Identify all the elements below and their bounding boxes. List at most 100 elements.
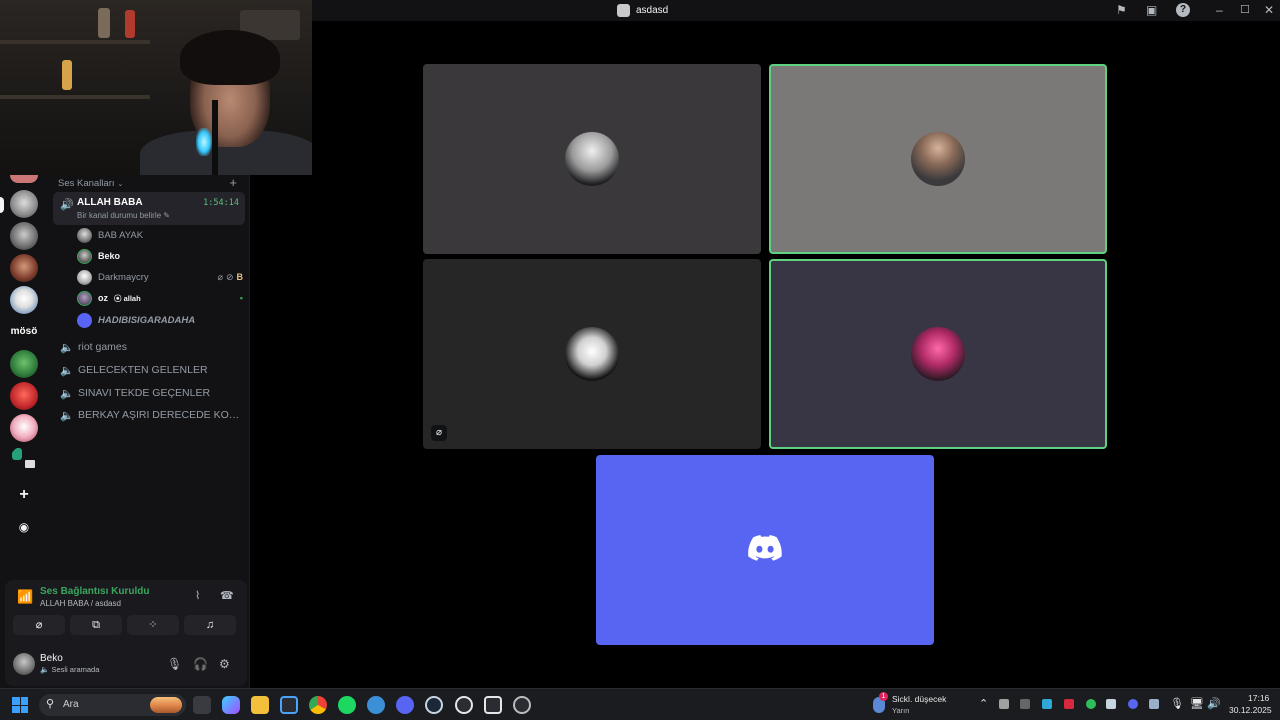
app-icon[interactable] <box>484 696 502 714</box>
close-icon[interactable]: ✕ <box>1264 3 1274 17</box>
copilot-icon[interactable] <box>222 696 240 714</box>
tray-icon[interactable] <box>1020 699 1030 709</box>
voice-member[interactable]: Darkmaycry ⌀ ⊘ B <box>77 268 243 286</box>
participant-avatar <box>911 327 965 381</box>
microphone-tray-icon[interactable]: 🎙 <box>1170 697 1184 710</box>
tray-icon[interactable] <box>1149 699 1159 709</box>
help-icon[interactable]: ? <box>1176 3 1190 17</box>
server-icon[interactable] <box>10 190 38 218</box>
discord-avatar-icon <box>77 312 92 328</box>
volume-icon[interactable]: 🔊 <box>1207 697 1221 710</box>
inbox-icon[interactable]: ▣ <box>1146 3 1157 17</box>
microphone-icon[interactable]: 🎙 <box>167 657 182 671</box>
server-icon[interactable] <box>10 222 38 250</box>
member-name: oz <box>98 293 108 303</box>
discord-tray-icon[interactable] <box>1128 699 1138 709</box>
taskbar-search[interactable]: ⚲ Ara <box>39 694 186 716</box>
tray-icon[interactable] <box>999 699 1009 709</box>
search-label: Ara <box>63 699 79 710</box>
server-text-icon[interactable]: mösö <box>0 326 48 337</box>
screen-share-button[interactable]: ⧉ <box>70 615 122 635</box>
disconnect-icon[interactable]: ☎ <box>220 589 234 602</box>
participant-tile-speaking[interactable] <box>769 64 1107 254</box>
task-view-icon[interactable] <box>193 696 211 714</box>
windows-start-icon[interactable] <box>12 697 28 713</box>
voice-connection-panel: 📶 Ses Bağlantısı Kuruldu ALLAH BABA / as… <box>5 580 247 686</box>
clock-time[interactable]: 17:16 <box>1248 693 1269 703</box>
tray-icon[interactable] <box>1064 699 1074 709</box>
member-status-icons: ⌀ ⊘ B <box>218 272 243 283</box>
headphones-icon[interactable]: 🎧 <box>193 657 208 671</box>
chrome-icon[interactable] <box>309 696 327 714</box>
server-icon[interactable] <box>10 254 38 282</box>
server-folder-icon[interactable] <box>10 446 38 474</box>
server-selected-indicator <box>0 197 4 213</box>
voice-category-header[interactable]: Ses Kanalları ⌄ <box>58 178 123 189</box>
server-icon[interactable] <box>10 286 38 314</box>
mic-light <box>196 128 212 156</box>
participant-avatar <box>565 327 619 381</box>
participant-tile-speaking[interactable] <box>769 259 1107 449</box>
server-icon[interactable] <box>10 350 38 378</box>
voice-connected-title[interactable]: Ses Bağlantısı Kuruldu <box>40 586 149 597</box>
app-icon[interactable] <box>513 696 531 714</box>
server-icon[interactable] <box>10 382 38 410</box>
app-icon[interactable] <box>455 696 473 714</box>
soundboard-button[interactable]: ♫ <box>184 615 236 635</box>
member-name: Darkmaycry <box>98 271 149 283</box>
voice-member[interactable]: oz ⦿ allah ▪ <box>77 289 243 307</box>
file-explorer-icon[interactable] <box>251 696 269 714</box>
voice-member[interactable]: HADIBISIGARADAHA <box>77 311 243 329</box>
clock-date[interactable]: 30.12.2025 <box>1229 705 1272 715</box>
discover-icon[interactable]: ◉ <box>14 518 34 538</box>
shelf-item <box>62 60 72 90</box>
store-icon[interactable] <box>280 696 298 714</box>
windows-taskbar: ⚲ Ara 1 Sickl. düşecek Yarın ⌃ 🎙 🖥 🔊 17:… <box>0 688 1280 720</box>
steam-icon[interactable] <box>425 696 443 714</box>
window-title-group: asdasd <box>617 4 668 17</box>
active-channel-name: ALLAH BABA <box>77 197 143 208</box>
maximize-icon[interactable]: ☐ <box>1240 3 1250 16</box>
activities-icon: ⁘ <box>148 619 158 631</box>
noise-suppression-icon[interactable]: ⌇ <box>195 589 200 602</box>
voice-channel-item[interactable]: 🔈 BERKAY AŞIRI DERECEDE KOMİ... <box>60 406 242 424</box>
voice-channel-label: SINAVI TEKDE GEÇENLER <box>78 387 211 399</box>
voice-connected-subtitle[interactable]: ALLAH BABA / asdasd <box>40 599 121 608</box>
voice-channel-item[interactable]: 🔈 SINAVI TEKDE GEÇENLER <box>60 384 242 402</box>
channel-status-setter[interactable]: Bir kanal durumu belirle ✎ <box>77 211 170 220</box>
tray-icon[interactable] <box>1042 699 1052 709</box>
signal-icon[interactable]: 📶 <box>17 589 33 605</box>
participant-avatar <box>565 132 619 186</box>
participant-tile-discord[interactable] <box>596 455 934 645</box>
add-channel-icon[interactable]: + <box>229 175 237 190</box>
network-icon[interactable]: 🖥 <box>1190 697 1204 710</box>
voice-member[interactable]: BAB AYAK <box>77 226 243 244</box>
voice-channel-item[interactable]: 🔈 riot games <box>60 338 242 356</box>
pencil-icon: ✎ <box>163 211 170 220</box>
member-status-icons: ▪ <box>240 293 243 303</box>
camera-muted-icon: ⌀ <box>431 425 447 441</box>
inbox-flag-icon[interactable]: ⚑ <box>1116 3 1127 17</box>
activities-button[interactable]: ⁘ <box>127 615 179 635</box>
app-icon[interactable] <box>367 696 385 714</box>
tray-icon[interactable] <box>1086 699 1096 709</box>
avatar[interactable] <box>13 653 35 675</box>
user-status: 🔈 Sesli aramada <box>40 665 100 674</box>
settings-gear-icon[interactable]: ⚙ <box>219 657 230 671</box>
add-server-icon[interactable]: + <box>14 486 34 506</box>
camera-off-button[interactable]: ⌀ <box>13 615 65 635</box>
user-name[interactable]: Beko <box>40 653 63 664</box>
steam-tray-icon[interactable] <box>1106 699 1116 709</box>
discord-taskbar-icon[interactable] <box>396 696 414 714</box>
minimize-icon[interactable]: – <box>1216 3 1223 17</box>
title-bar: asdasd ⚑ ▣ ? – ☐ ✕ <box>312 0 1280 21</box>
voice-channel-item[interactable]: 🔈 GELECEKTEN GELENLER <box>60 361 242 379</box>
participant-tile[interactable] <box>423 64 761 254</box>
camera-off-icon: ⌀ <box>35 619 43 631</box>
spotify-icon[interactable] <box>338 696 356 714</box>
tray-overflow-icon[interactable]: ⌃ <box>979 697 988 710</box>
participant-tile[interactable]: ⌀ <box>423 259 761 449</box>
server-icon[interactable] <box>10 414 38 442</box>
voice-member[interactable]: Beko <box>77 247 243 265</box>
active-voice-channel[interactable]: 🔊 ALLAH BABA Bir kanal durumu belirle ✎ … <box>53 192 245 225</box>
